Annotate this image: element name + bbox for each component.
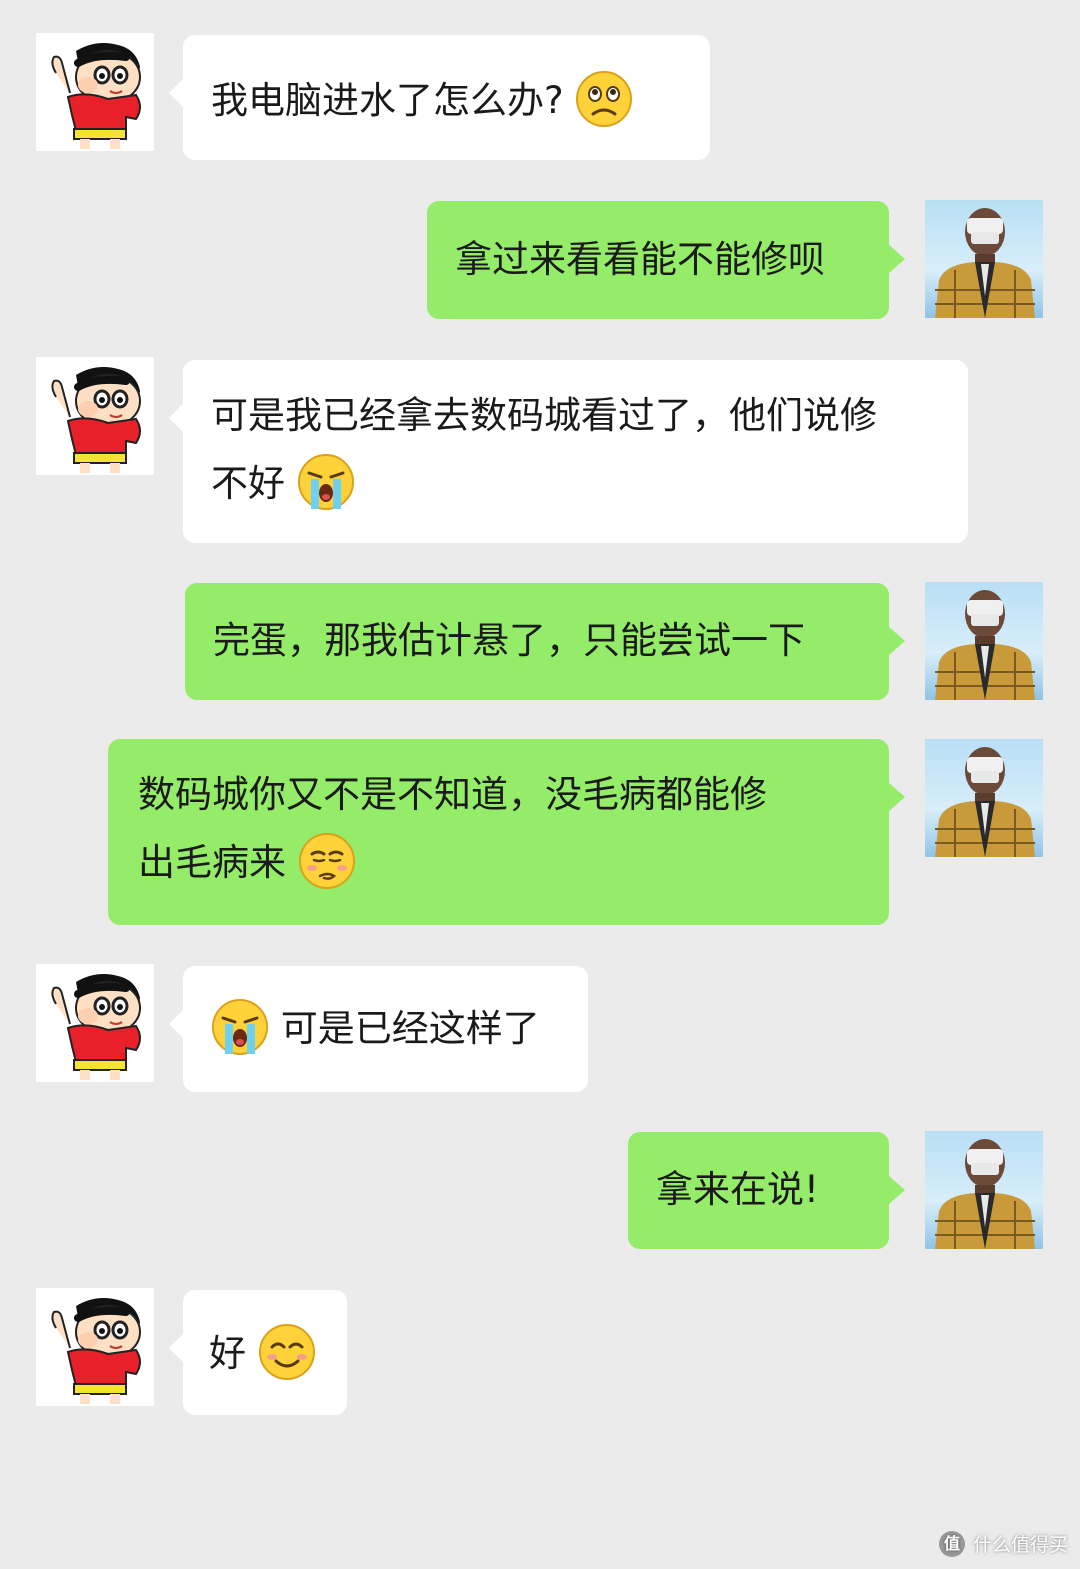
- contact-avatar[interactable]: [36, 357, 154, 475]
- message-bubble-outgoing[interactable]: 数码城你又不是不知道，没毛病都能修 出毛病来: [108, 739, 905, 925]
- message-bubble-incoming[interactable]: 可是已经这样了: [169, 966, 588, 1092]
- message-bubble-outgoing[interactable]: 拿过来看看能不能修呗: [427, 201, 905, 319]
- message-text: 不好: [211, 462, 285, 505]
- old-man-avatar-icon: [925, 1131, 1043, 1249]
- my-avatar[interactable]: [925, 1131, 1043, 1249]
- smzdm-logo-icon: 值: [938, 1530, 965, 1557]
- my-avatar[interactable]: [925, 200, 1043, 318]
- watermark-text: 什么值得买: [972, 1534, 1068, 1556]
- contact-avatar[interactable]: [36, 964, 154, 1082]
- message-text: 拿来在说!: [656, 1168, 819, 1211]
- message-bubble-outgoing[interactable]: 完蛋，那我估计悬了，只能尝试一下: [185, 583, 905, 700]
- frown-face-icon: [575, 70, 633, 128]
- message-text-line: 出毛病来: [138, 829, 859, 897]
- crying-face-icon: [211, 998, 269, 1056]
- my-avatar[interactable]: [925, 739, 1043, 857]
- message-text-line: 数码城你又不是不知道，没毛病都能修: [138, 773, 767, 816]
- crying-face-icon: [297, 453, 355, 511]
- smirk-face-icon: [298, 832, 356, 890]
- message-text: 完蛋，那我估计悬了，只能尝试一下: [213, 619, 805, 662]
- smile-face-icon: [258, 1323, 316, 1381]
- message-bubble-incoming[interactable]: 可是我已经拿去数码城看过了，他们说修 不好: [169, 360, 968, 543]
- shinchan-avatar-icon: [36, 1288, 154, 1406]
- message-text: 好: [209, 1332, 246, 1375]
- message-text: 拿过来看看能不能修呗: [455, 238, 825, 281]
- message-text: 出毛病来: [138, 841, 286, 884]
- message-text: 我电脑进水了怎么办?: [211, 79, 564, 122]
- my-avatar[interactable]: [925, 582, 1043, 700]
- message-bubble-outgoing[interactable]: 拿来在说!: [628, 1132, 905, 1249]
- shinchan-avatar-icon: [36, 964, 154, 1082]
- old-man-avatar-icon: [925, 582, 1043, 700]
- message-text: 可是已经这样了: [280, 1007, 540, 1050]
- message-bubble-incoming[interactable]: 我电脑进水了怎么办?: [169, 35, 710, 160]
- message-bubble-incoming[interactable]: 好: [169, 1290, 347, 1415]
- contact-avatar[interactable]: [36, 1288, 154, 1406]
- watermark: 值 什么值得买: [938, 1530, 1068, 1557]
- old-man-avatar-icon: [925, 739, 1043, 857]
- old-man-avatar-icon: [925, 200, 1043, 318]
- shinchan-avatar-icon: [36, 357, 154, 475]
- message-text-line: 不好: [211, 450, 940, 518]
- shinchan-avatar-icon: [36, 33, 154, 151]
- contact-avatar[interactable]: [36, 33, 154, 151]
- message-text-line: 可是我已经拿去数码城看过了，他们说修: [211, 394, 877, 437]
